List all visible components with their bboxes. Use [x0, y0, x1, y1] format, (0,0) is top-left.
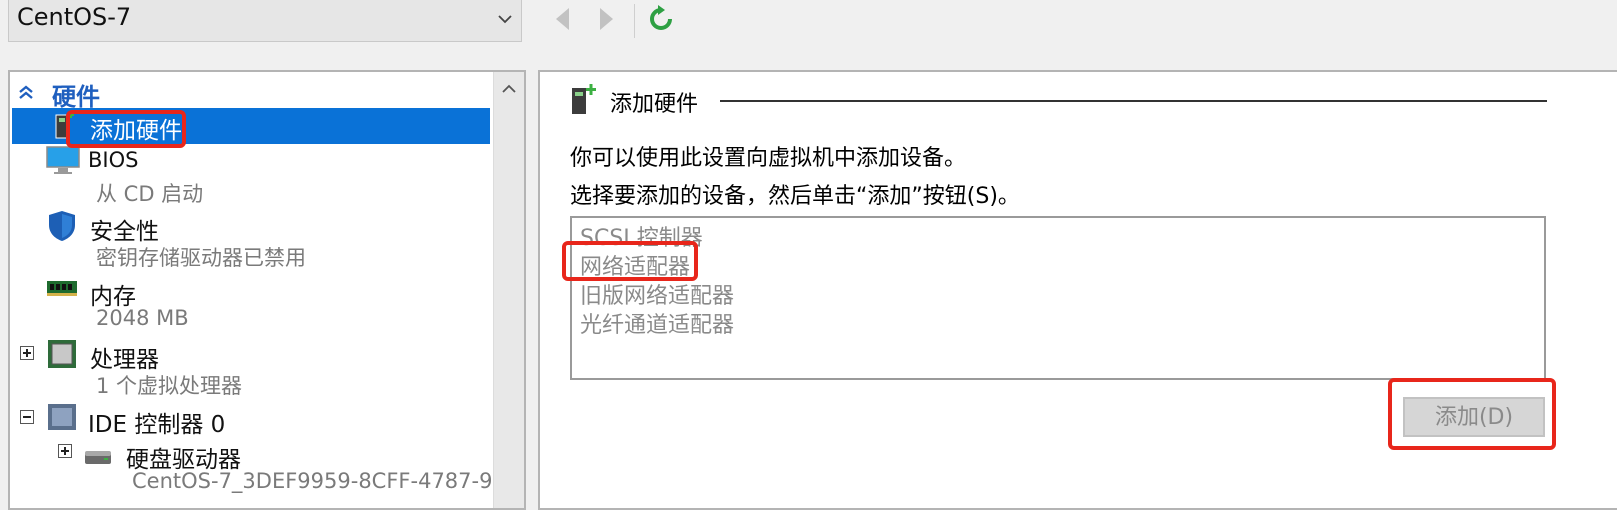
chevron-down-icon: [498, 15, 512, 24]
collapse-ide-icon[interactable]: [20, 410, 34, 424]
tree-item-sublabel: 2048 MB: [96, 306, 189, 330]
collapse-chevron-icon[interactable]: [18, 84, 34, 100]
ide-controller-icon: [48, 404, 76, 430]
tree-item-sublabel: 从 CD 启动: [96, 182, 204, 206]
vm-selector-value: CentOS-7: [17, 3, 132, 31]
section-divider: [720, 100, 1547, 102]
description-line-1: 你可以使用此设置向虚拟机中添加设备。: [570, 146, 967, 171]
tree-item-label[interactable]: IDE 控制器 0: [88, 405, 225, 439]
back-arrow-icon[interactable]: [551, 6, 575, 32]
shield-icon: [49, 211, 75, 241]
tree-item-sublabel: CentOS-7_3DEF9959-8CFF-4787-9: [132, 469, 493, 493]
vm-selector-dropdown[interactable]: CentOS-7: [8, 0, 522, 42]
description-line-2: 选择要添加的设备，然后单击“添加”按钮(S)。: [570, 184, 1020, 209]
tree-item-sublabel: 密钥存储驱动器已禁用: [96, 246, 306, 270]
device-list-item[interactable]: 光纤通道适配器: [580, 307, 734, 339]
add-hardware-icon: [572, 84, 596, 114]
tree-item-sublabel: 1 个虚拟处理器: [96, 374, 243, 398]
device-list[interactable]: SCSI 控制器 网络适配器 旧版网络适配器 光纤通道适配器: [570, 216, 1546, 380]
processor-icon: [48, 340, 76, 368]
hard-drive-icon: [85, 451, 111, 464]
expand-hard-drive-icon[interactable]: [58, 444, 72, 458]
toolbar-separator: [634, 4, 635, 38]
annotation-highlight-add-button: [1388, 378, 1556, 450]
tree-item-label[interactable]: 安全性: [90, 212, 159, 246]
annotation-highlight-add-hardware: [66, 110, 186, 148]
hardware-section-header[interactable]: 硬件: [52, 77, 100, 112]
tree-item-label[interactable]: BIOS: [88, 148, 138, 172]
device-list-item[interactable]: 旧版网络适配器: [580, 278, 734, 310]
tree-item-label[interactable]: 处理器: [90, 340, 159, 374]
scroll-up-icon[interactable]: [501, 82, 517, 96]
refresh-icon[interactable]: [648, 5, 674, 33]
expand-processor-icon[interactable]: [20, 346, 34, 360]
monitor-icon: [46, 146, 80, 174]
forward-arrow-icon[interactable]: [594, 6, 618, 32]
annotation-highlight-network-adapter: [562, 241, 698, 281]
memory-icon: [47, 281, 77, 296]
tree-scrollbar[interactable]: [493, 72, 524, 508]
section-title: 添加硬件: [610, 92, 699, 117]
